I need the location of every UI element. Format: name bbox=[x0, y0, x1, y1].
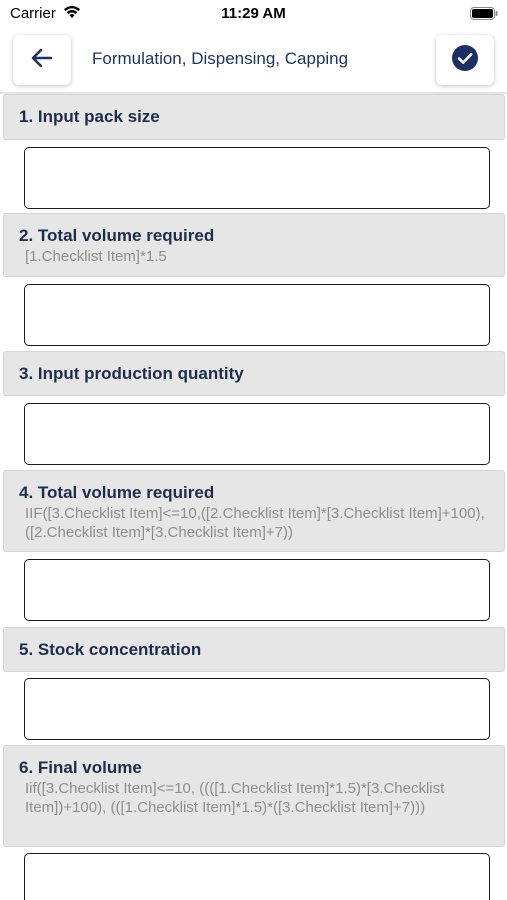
page-title: Formulation, Dispensing, Capping bbox=[92, 49, 349, 68]
checklist-item-title: 1. Input pack size bbox=[19, 107, 160, 126]
checklist-item-formula: Iif([3.Checklist Item]<=10, ((([1.Checkl… bbox=[25, 780, 445, 816]
status-time: 11:29 AM bbox=[221, 5, 286, 22]
checklist-item-header: 4. Total volume required IIF([3.Checklis… bbox=[3, 470, 505, 552]
checklist-item-header: 5. Stock concentration bbox=[3, 627, 505, 672]
status-bar: Carrier 11:29 AM bbox=[0, 0, 507, 28]
checklist-item-title: 2. Total volume required bbox=[19, 226, 215, 245]
pack-size-input[interactable] bbox=[24, 147, 490, 209]
production-quantity-input[interactable] bbox=[24, 403, 490, 465]
checklist-item-header: 3. Input production quantity bbox=[3, 351, 505, 396]
checklist-item-header: 1. Input pack size bbox=[3, 94, 505, 140]
stock-concentration-input[interactable] bbox=[24, 678, 490, 740]
back-button[interactable] bbox=[13, 35, 71, 85]
checklist-item-title: 5. Stock concentration bbox=[19, 640, 202, 659]
total-volume-required-input[interactable] bbox=[24, 559, 490, 621]
checklist-item-header: 2. Total volume required [1.Checklist It… bbox=[3, 213, 505, 277]
total-volume-input[interactable] bbox=[24, 284, 490, 346]
checklist-item-header: 6. Final volume Iif([3.Checklist Item]<=… bbox=[3, 745, 505, 847]
checklist-item-formula: [1.Checklist Item]*1.5 bbox=[25, 248, 167, 265]
done-button[interactable] bbox=[436, 35, 494, 85]
app-header: Formulation, Dispensing, Capping bbox=[0, 28, 507, 92]
checklist-item-formula: IIF([3.Checklist Item]<=10,([2.Checklist… bbox=[25, 505, 485, 541]
arrow-left-icon bbox=[31, 48, 53, 73]
final-volume-input[interactable] bbox=[24, 853, 490, 900]
checklist-item-title: 6. Final volume bbox=[19, 758, 142, 777]
battery-icon bbox=[470, 7, 498, 20]
checklist-item-title: 3. Input production quantity bbox=[19, 364, 244, 383]
checklist-item-title: 4. Total volume required bbox=[19, 483, 215, 502]
check-circle-icon bbox=[451, 44, 479, 77]
